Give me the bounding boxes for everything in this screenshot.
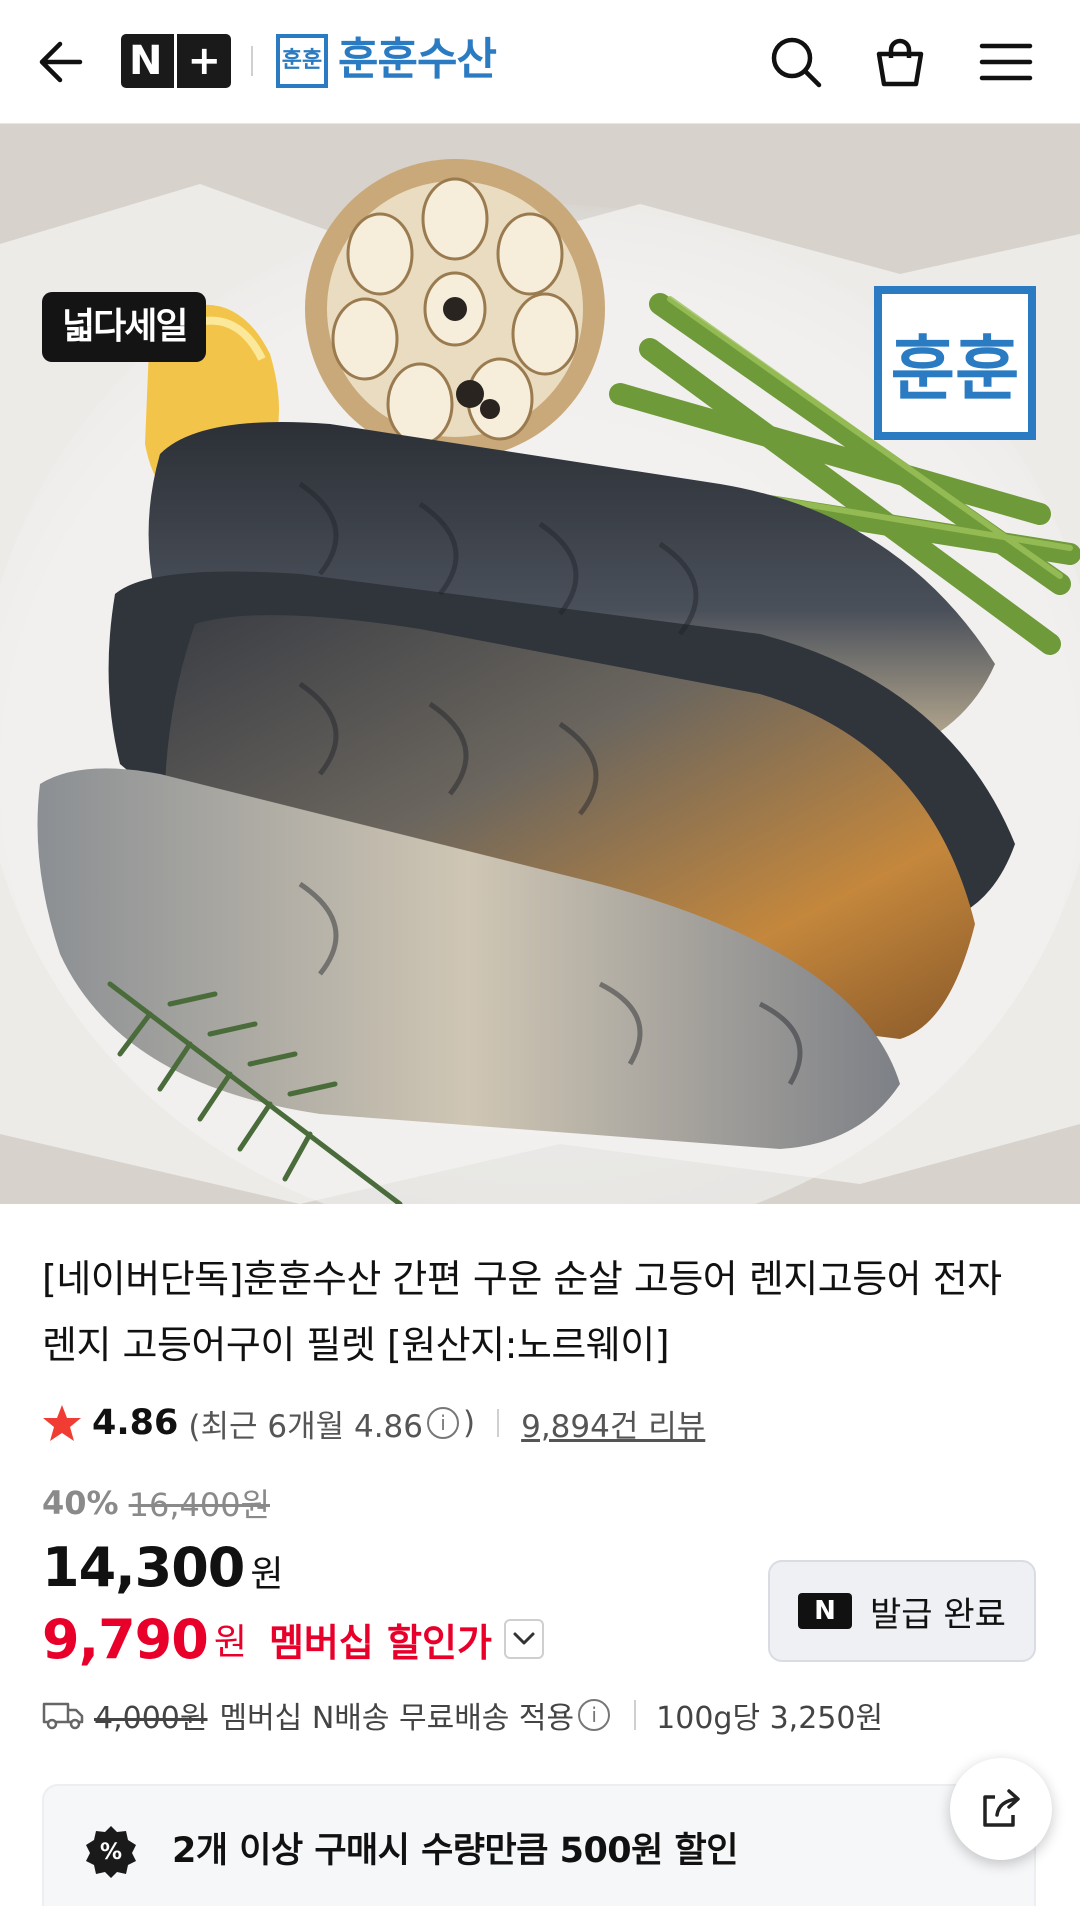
truck-icon [42,1702,84,1730]
unit-price: 100g당 3,250원 [656,1701,884,1736]
original-shipping-fee: 4,000원 [94,1701,208,1736]
discount-row: 40% 16,400원 [42,1480,270,1526]
discount-percent-icon: % [86,1826,136,1878]
brand-stamp-logo: 훈훈 [874,286,1036,440]
sale-badge: 넓다세일 [42,292,207,362]
coupon-issued-button[interactable]: N 발급 완료 [768,1560,1036,1662]
rating-recent-close: ) [463,1405,476,1441]
shopping-bag-icon[interactable] [872,34,928,90]
sale-price-value: 14,300 [42,1536,245,1599]
coupon-issued-label: 발급 완료 [870,1594,1006,1635]
naver-n-icon: N [798,1593,853,1629]
naver-plus-logo[interactable]: N + [121,34,231,88]
membership-price: 9,790 원 멤버십 할인가 [42,1606,544,1672]
header-divider [251,46,253,76]
chevron-down-icon[interactable] [503,1619,544,1659]
discount-percent: 40% [42,1484,119,1522]
info-icon[interactable]: i [427,1407,459,1439]
sale-price: 14,300 원 [42,1536,284,1602]
membership-price-unit: 원 [213,1622,247,1663]
shipping-description: 멤버십 N배송 무료배송 적용 [219,1701,575,1736]
sale-price-unit: 원 [250,1554,284,1595]
rating-divider [497,1409,500,1437]
original-price: 16,400원 [128,1486,271,1524]
shipping-divider [634,1700,637,1730]
shipping-info-icon[interactable]: i [578,1699,611,1731]
shipping-row: 4,000원 멤버십 N배송 무료배송 적용 i 100g당 3,250원 [42,1690,883,1740]
rating-recent: (최근 6개월 4.86 [188,1408,423,1445]
share-icon [983,1789,1020,1827]
quantity-discount-banner[interactable]: % 2개 이상 구매시 수량만큼 500원 할인 [42,1784,1036,1906]
back-arrow-icon[interactable] [36,36,88,88]
brand-name[interactable]: 훈훈수산 [338,30,497,90]
percent-glyph: % [100,1840,122,1865]
product-title: [네이버단독]훈훈수산 간편 구운 순살 고등어 렌지고등어 전자렌지 고등어구… [42,1257,1002,1367]
star-icon [43,1405,81,1441]
search-icon[interactable] [768,34,824,90]
brand-logo-mark[interactable]: 훈훈 [276,34,328,88]
top-app-bar: N + 훈훈 훈훈수산 [0,0,1080,124]
hamburger-menu-icon[interactable] [978,34,1034,90]
membership-price-value: 9,790 [42,1607,209,1671]
share-button[interactable] [950,1758,1052,1860]
promo-text: 2개 이상 구매시 수량만큼 500원 할인 [172,1831,738,1871]
membership-price-label: 멤버십 할인가 [268,1620,492,1665]
rating-score: 4.86 [92,1403,179,1443]
product-image-carousel[interactable]: 넓다세일 훈훈 3 /8 [0,124,1080,1204]
rating-row: 4.86 (최근 6개월 4.86 i ) 9,894건 리뷰 [42,1398,705,1448]
review-count-link[interactable]: 9,894건 리뷰 [521,1401,705,1446]
